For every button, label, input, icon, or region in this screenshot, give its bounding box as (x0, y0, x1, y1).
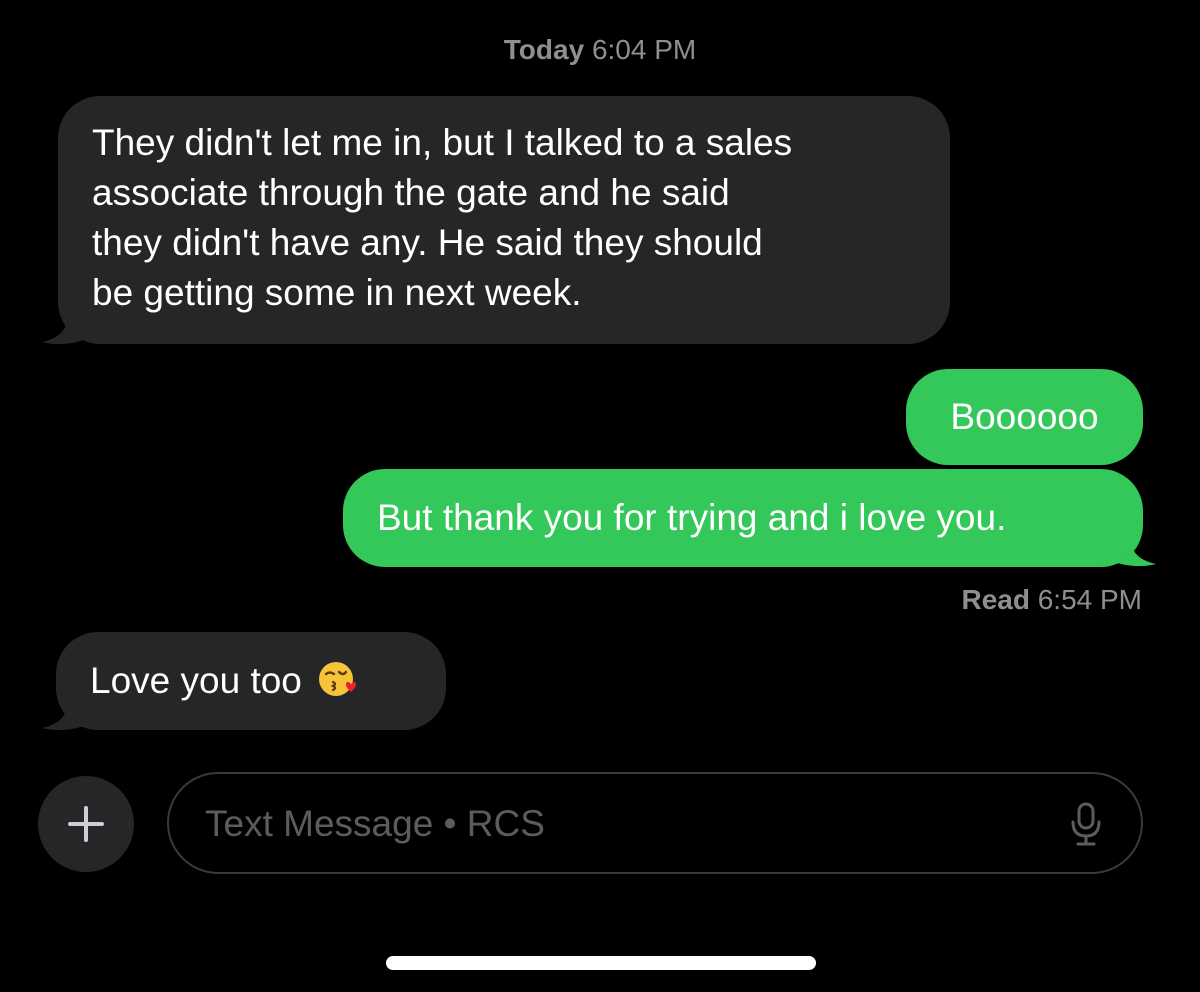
timestamp-time: 6:04 PM (591, 34, 697, 65)
message-line: they didn't have any. He said they shoul… (92, 222, 763, 263)
add-attachment-button[interactable] (38, 776, 134, 872)
message-text: Boooooo (950, 396, 1099, 437)
read-time: 6:54 PM (1037, 584, 1142, 615)
message-line: be getting some in next week. (92, 272, 582, 313)
message-line: associate through the gate and he said (92, 172, 730, 213)
message-text: But thank you for trying and i love you. (377, 497, 1007, 538)
timestamp-day: Today (503, 34, 585, 65)
read-receipt: Read 6:54 PM (961, 582, 1142, 618)
message-bubble-outgoing[interactable]: Boooooo (906, 369, 1143, 465)
message-bubble-incoming[interactable]: Love you too (56, 632, 446, 730)
message-bubble-outgoing[interactable]: But thank you for trying and i love you. (343, 469, 1143, 567)
kissing-face-with-heart-emoji (319, 662, 357, 696)
conversation-timestamp: Today 6:04 PM (0, 30, 1200, 70)
read-label: Read (961, 584, 1030, 615)
plus-icon (68, 806, 104, 842)
microphone-icon[interactable] (1069, 802, 1103, 846)
message-bubble-incoming[interactable]: They didn't let me in, but I talked to a… (58, 96, 950, 344)
message-input[interactable]: Text Message • RCS (167, 772, 1143, 874)
home-indicator[interactable] (386, 956, 816, 970)
message-line: They didn't let me in, but I talked to a… (92, 122, 793, 163)
message-text: Love you too (90, 660, 302, 701)
message-input-placeholder: Text Message • RCS (205, 803, 545, 844)
